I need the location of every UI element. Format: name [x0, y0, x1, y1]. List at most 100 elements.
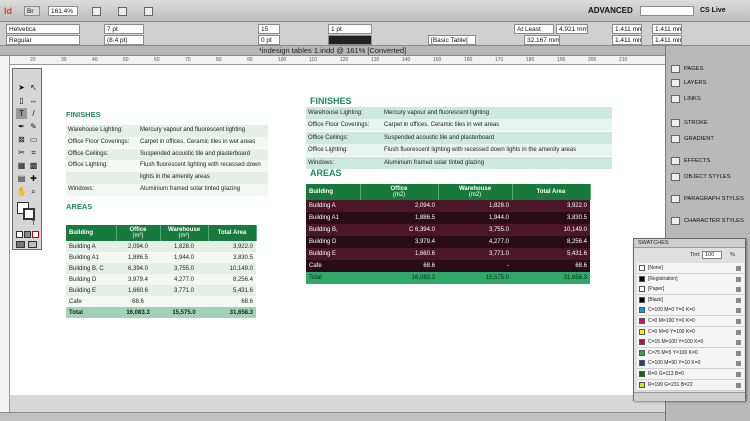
table-cell[interactable]: 1,886.5: [116, 252, 160, 263]
panel-tab-layers[interactable]: LAYERS: [667, 76, 750, 90]
panel-tab-effects[interactable]: EFFECTS: [667, 154, 750, 168]
horizontal-ruler[interactable]: 20 30 40 50 60 70 80 90 100 110 120 130 140 150 160 170…: [10, 56, 665, 65]
apply-color-icon[interactable]: [16, 231, 23, 238]
table-cell[interactable]: 3,922.0: [512, 200, 590, 212]
panel-tab-stroke[interactable]: STROKE: [667, 116, 750, 130]
cell-inset-top[interactable]: 1.411 mm: [612, 24, 642, 34]
swatch-row[interactable]: C=15 M=100 Y=100 K=0: [637, 337, 744, 349]
stroke-type-field[interactable]: [328, 35, 372, 45]
arrange-documents-icon[interactable]: [144, 7, 153, 16]
zoom-field[interactable]: 161.4%: [48, 6, 78, 16]
table-cell[interactable]: 10,149.0: [512, 224, 590, 236]
bridge-button[interactable]: Br: [24, 6, 40, 16]
free-transform-tool-icon[interactable]: ⌗: [28, 147, 39, 158]
table-cell[interactable]: 68.6: [208, 296, 256, 307]
swatch-row[interactable]: R=0 G=113 B=0: [637, 369, 744, 380]
rectangle-frame-tool-icon[interactable]: ⊠: [16, 134, 27, 145]
table-row[interactable]: Building E 1,660.6 3,771.0 5,431.6: [306, 248, 590, 260]
table-row[interactable]: Cafe 68.6-68.6: [306, 260, 590, 272]
table-header-cell[interactable]: Total Area: [208, 225, 257, 241]
table-cell[interactable]: Building E: [306, 248, 360, 260]
swatch-row[interactable]: R=199 G=231 B=22: [637, 379, 744, 391]
table-cell[interactable]: 3,922.0: [208, 241, 256, 252]
leading-field[interactable]: (8.4 pt): [104, 35, 144, 45]
font-size-field[interactable]: 7 pt: [104, 24, 144, 34]
table-cell[interactable]: 5,431.6: [208, 285, 256, 296]
line-tool-icon[interactable]: /: [28, 108, 39, 119]
table-cell[interactable]: 10,149.0: [208, 263, 256, 274]
table-row[interactable]: Building A1 1,886.5 1,944.0 3,830.5: [306, 212, 590, 224]
table-cell[interactable]: 3,830.5: [512, 212, 590, 224]
pen-tool-icon[interactable]: ✒: [16, 121, 27, 132]
swatch-row[interactable]: [Black]: [637, 294, 744, 306]
table-cell[interactable]: 68.6: [360, 260, 438, 272]
table-cell[interactable]: Total: [306, 272, 360, 284]
row-height-field[interactable]: 4.921 mm: [556, 24, 588, 34]
page-tool-icon[interactable]: ▯: [16, 95, 27, 106]
table-cell[interactable]: Building E: [66, 285, 116, 296]
selection-tool-icon[interactable]: ➤: [16, 82, 27, 93]
gradient-swatch-tool-icon[interactable]: ▦: [16, 160, 27, 171]
stroke-weight-field[interactable]: 1 pt: [328, 24, 372, 34]
table-header-cell[interactable]: Warehouse (m²): [160, 225, 209, 241]
table-cell[interactable]: 4,277.0: [160, 274, 208, 285]
swatch-row[interactable]: [Paper]: [637, 284, 744, 296]
table-header-cell[interactable]: Total Area: [512, 184, 591, 200]
table-cell[interactable]: Building B, C: [66, 263, 116, 274]
table-cell[interactable]: 2,094.0: [360, 200, 438, 212]
swatch-row[interactable]: C=0 M=100 Y=0 K=0: [637, 316, 744, 327]
row-height-mode[interactable]: At Least: [514, 24, 554, 34]
table-cell[interactable]: Cafe: [66, 296, 116, 307]
table-cell[interactable]: -: [438, 260, 512, 272]
table-cell[interactable]: Total: [66, 307, 116, 318]
panel-tab-pages[interactable]: PAGES: [667, 62, 750, 76]
table-row[interactable]: Building D 3,979.4 4,277.0 8,256.4: [306, 236, 590, 248]
table-header-cell[interactable]: Office (m²): [116, 225, 161, 241]
table-cell[interactable]: 1,944.0: [438, 212, 512, 224]
font-family-field[interactable]: Helvetica: [6, 24, 80, 34]
table-cell[interactable]: 1,828.0: [438, 200, 512, 212]
table-row[interactable]: Building A 2,094.0 1,828.0 3,922.0: [306, 200, 590, 212]
screen-mode-icon[interactable]: [118, 7, 127, 16]
table-row[interactable]: Cafe 68.6 68.6: [66, 296, 256, 307]
table-row[interactable]: Building B, C 6,394.0 3,755.0 10,149.0: [306, 224, 590, 236]
table-header-cell[interactable]: Office (m2): [360, 184, 439, 200]
search-field[interactable]: [640, 6, 694, 16]
table-style-field[interactable]: [Basic Table]: [428, 35, 476, 45]
table-cell[interactable]: 3,755.0: [160, 263, 208, 274]
vertical-ruler[interactable]: [0, 56, 10, 416]
table-cell[interactable]: 1,944.0: [160, 252, 208, 263]
table-cell[interactable]: C 6,394.0: [360, 224, 438, 236]
table-cell[interactable]: 6,394.0: [116, 263, 160, 274]
view-options-icon[interactable]: [92, 7, 101, 16]
table-cell[interactable]: 3,979.4: [116, 274, 160, 285]
gap-tool-icon[interactable]: ↔: [28, 95, 39, 106]
table-cell[interactable]: 68.6: [116, 296, 160, 307]
table-cell[interactable]: 15,575.0: [160, 307, 208, 318]
table-cell[interactable]: 15,575.0: [438, 272, 512, 284]
table-cell[interactable]: 3,755.0: [438, 224, 512, 236]
cell-inset-bottom[interactable]: 1.411 mm: [612, 35, 642, 45]
gradient-feather-tool-icon[interactable]: ▩: [28, 160, 39, 171]
swatch-row[interactable]: [None]: [637, 263, 744, 274]
cs-live-button[interactable]: CS Live: [700, 5, 726, 17]
table-cell[interactable]: [160, 296, 208, 307]
table-cell[interactable]: Cafe: [306, 260, 360, 272]
areas-table[interactable]: Building Office (m2) Warehouse (m2) Total Are…: [306, 184, 591, 284]
table-header-cell[interactable]: Warehouse (m2): [438, 184, 513, 200]
table-row[interactable]: Building E 1,660.6 3,771.0 5,431.6: [66, 285, 256, 296]
table-cell[interactable]: 3,771.0: [438, 248, 512, 260]
panel-tab-links[interactable]: LINKS: [667, 92, 750, 106]
baseline-field[interactable]: 0 pt: [258, 35, 280, 45]
panel-tab-character-styles[interactable]: CHARACTER STYLES: [667, 214, 750, 228]
swatch-row[interactable]: C=0 M=0 Y=100 K=0: [637, 326, 744, 338]
table-cell[interactable]: 68.6: [512, 260, 590, 272]
panel-tab-gradient[interactable]: GRADIENT: [667, 132, 750, 146]
direct-selection-tool-icon[interactable]: ↖: [28, 82, 39, 93]
tracking-field[interactable]: 15: [258, 24, 280, 34]
rectangle-tool-icon[interactable]: ▭: [28, 134, 39, 145]
pencil-tool-icon[interactable]: ✎: [28, 121, 39, 132]
formatting-text-icon[interactable]: T: [28, 219, 39, 230]
table-cell[interactable]: 1,660.6: [116, 285, 160, 296]
table-cell[interactable]: 8,256.4: [208, 274, 256, 285]
